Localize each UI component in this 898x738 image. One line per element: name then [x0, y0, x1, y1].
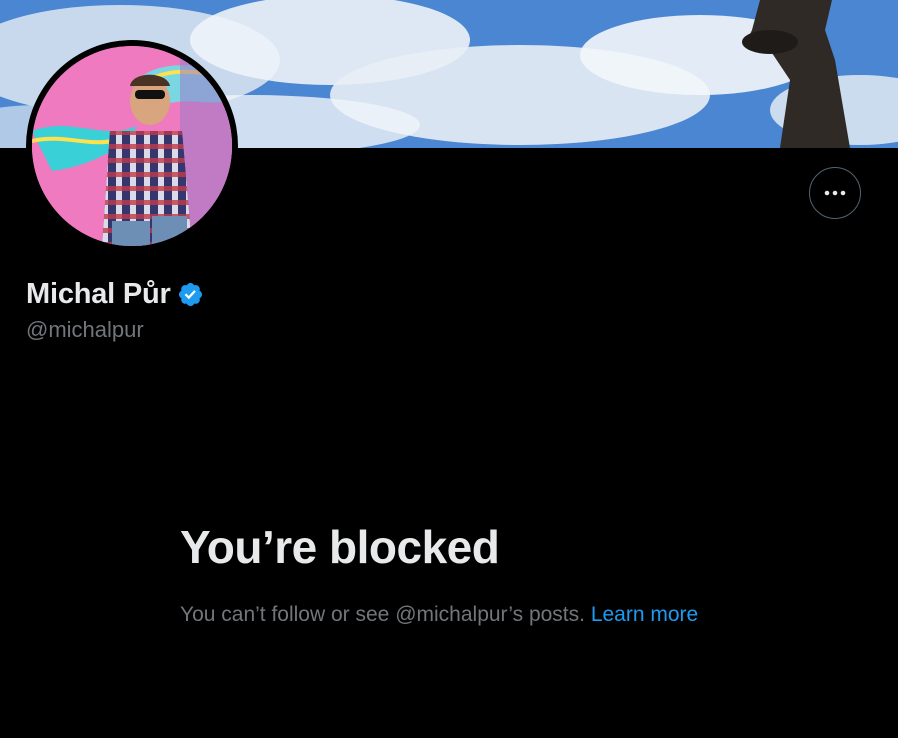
display-name: Michal Půr — [26, 278, 171, 310]
blocked-message: You can’t follow or see @michalpur’s pos… — [180, 600, 720, 630]
blocked-message-text: You can’t follow or see @michalpur’s pos… — [180, 603, 585, 626]
blocked-title: You’re blocked — [180, 521, 500, 573]
avatar-image — [32, 46, 232, 246]
learn-more-link[interactable]: Learn more — [591, 603, 698, 626]
profile-name-row: Michal Půr — [26, 278, 204, 311]
verified-badge-icon[interactable] — [177, 281, 204, 308]
blocked-notice: You’re blocked You can’t follow or see @… — [180, 520, 720, 630]
more-options-button[interactable] — [809, 167, 861, 219]
profile-handle: @michalpur — [26, 317, 144, 342]
more-horizontal-icon — [824, 190, 846, 196]
avatar[interactable] — [26, 40, 238, 252]
